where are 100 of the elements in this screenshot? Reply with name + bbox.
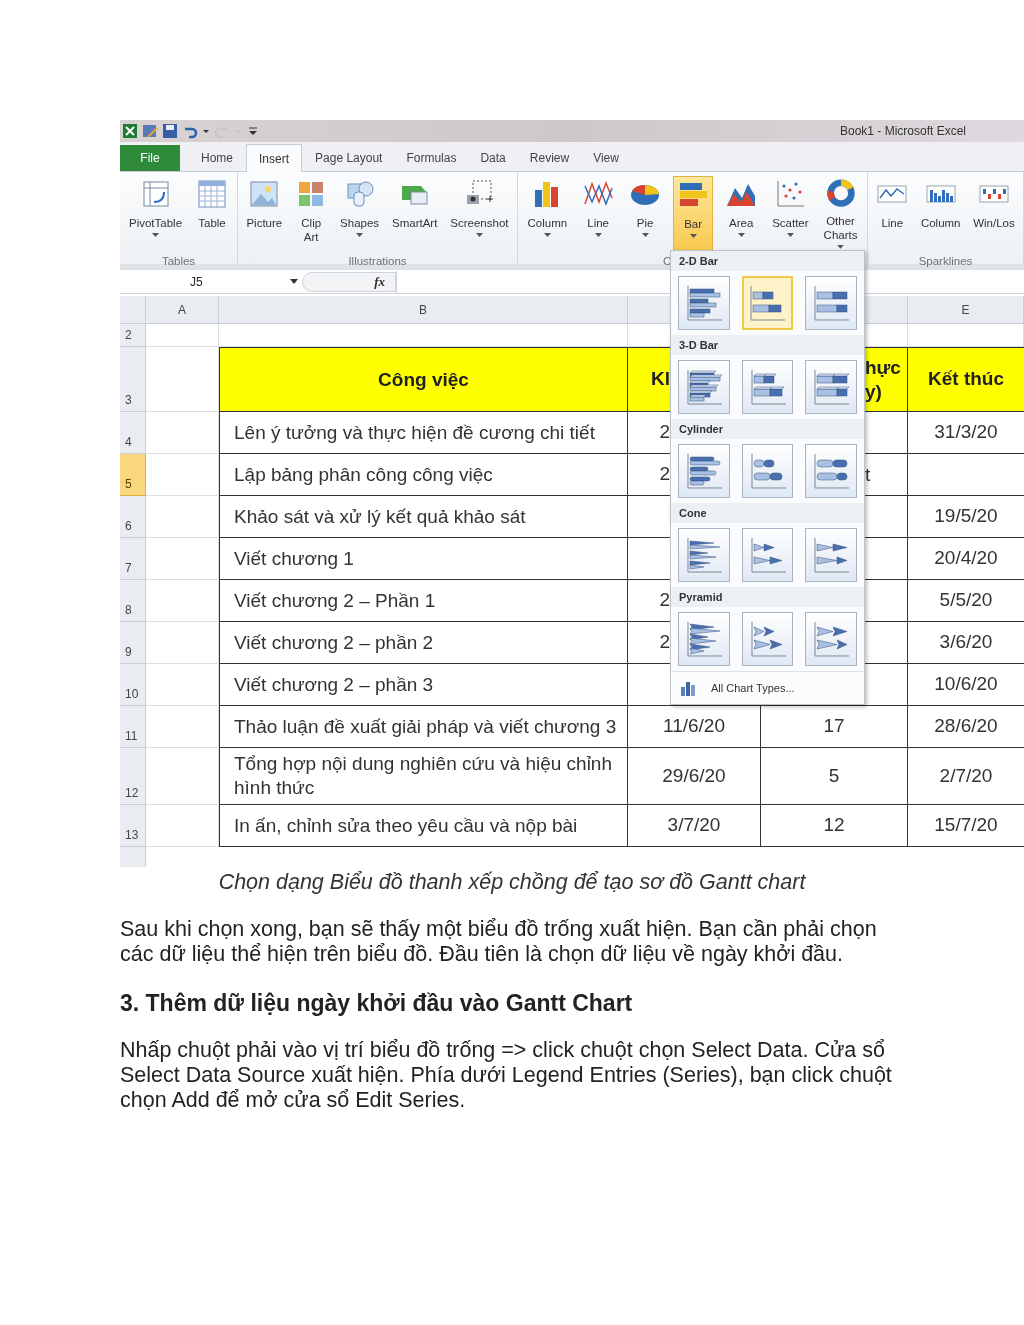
column-chart-icon (679, 679, 697, 697)
chart-type-option[interactable] (805, 612, 857, 666)
table-cell: 15/7/20 (908, 805, 1024, 847)
ribbon-tab[interactable]: View (582, 145, 630, 171)
chart-type-option[interactable] (805, 360, 857, 414)
row-header[interactable]: 2 (120, 324, 146, 347)
chart-type-option[interactable] (678, 276, 730, 330)
table-cell: Viết chương 2 – phần 2 (219, 622, 628, 664)
ribbon-button[interactable]: Other Charts (820, 176, 861, 252)
ribbon-tab[interactable]: Formulas (395, 145, 468, 171)
chart-type-option[interactable] (741, 528, 794, 582)
row-header[interactable]: 10 (120, 664, 146, 706)
caret-icon (290, 279, 298, 284)
ribbon-button[interactable]: Bar (673, 176, 714, 252)
chart-type-option[interactable] (678, 444, 730, 498)
table-cell: 10/6/20 (908, 664, 1024, 706)
ribbon-button[interactable]: Win/Los (970, 176, 1018, 252)
column-header[interactable]: B (419, 300, 427, 319)
chart-type-option[interactable] (805, 276, 857, 330)
ribbon-button[interactable]: Table (193, 176, 231, 252)
chart-type-option[interactable] (678, 528, 730, 582)
row-header[interactable]: 5 (120, 454, 146, 496)
row-header[interactable]: 8 (120, 580, 146, 622)
ribbon-button[interactable]: Column (524, 176, 571, 252)
row-header[interactable]: 9 (120, 622, 146, 664)
ribbon-tab[interactable]: Insert (246, 144, 303, 172)
ribbon-tab[interactable]: Data (469, 145, 517, 171)
section-heading: Pyramid (679, 589, 723, 605)
chart-type-option[interactable] (741, 612, 794, 666)
box-bar-chart-icon (811, 367, 852, 407)
ribbon-button[interactable]: Shapes (337, 176, 383, 252)
row-header[interactable]: 12 (120, 748, 146, 805)
header-cell: Công việc (219, 347, 628, 412)
image-caption: Chọn dạng Biểu đồ thanh xếp chồng để tạo sơ đồ Gantt chart (217, 869, 807, 895)
table-cell: 29/6/20 (628, 748, 761, 805)
table-cell: Viết chương 1 (219, 538, 628, 580)
window-title: Book1 - Microsoft Excel (839, 123, 966, 140)
table-cell: 5 (761, 748, 908, 805)
row-header[interactable]: 6 (120, 496, 146, 538)
all-chart-types-item[interactable]: All Chart Types... (671, 671, 864, 704)
ribbon-button[interactable]: Line (579, 176, 618, 252)
paragraph: Sau khi chọn xong, bạn sẽ thấy một biểu đồ trống xuất hiện. Bạn cần phải chọn các dữ liệu thể hiện trên biểu đồ. Đầu tiên là chọn dữ liệu về ngày khởi đầu. (120, 917, 878, 967)
table-cell: 31/3/20 (908, 412, 1024, 454)
table-cell: Khảo sát và xử lý kết quả khảo sát (219, 496, 628, 538)
table-cell: Tổng hợp nội dung nghiên cứu và hiệu chỉnh hình thức (219, 748, 628, 805)
row-header[interactable]: 13 (120, 805, 146, 847)
save-icon[interactable] (162, 123, 178, 139)
section-heading: 3. Thêm dữ liệu ngày khởi đầu vào Gantt Chart (120, 989, 634, 1017)
table-cell: 2/7/20 (908, 748, 1024, 805)
table-cell: 11/6/20 (628, 706, 761, 748)
chart-type-option[interactable] (741, 276, 794, 330)
table-cell: Viết chương 2 – phần 3 (219, 664, 628, 706)
table-cell: 28/6/20 (908, 706, 1024, 748)
table-cell: Lên ý tưởng và thực hiện đề cương chi tiết (219, 412, 628, 454)
table-cell: In ấn, chỉnh sửa theo yêu cầu và nộp bài (219, 805, 628, 847)
ribbon-button[interactable]: PivotTable (126, 176, 186, 252)
insert-function-button[interactable]: fx (302, 271, 396, 292)
group-label: Sparklines (918, 254, 973, 269)
ribbon-tab[interactable]: Page Layout (304, 145, 394, 171)
ribbon-button[interactable]: Clip Art (292, 176, 331, 252)
table-cell: 3/7/20 (628, 805, 761, 847)
ribbon-button[interactable]: SmartArt (389, 176, 441, 252)
row-header[interactable]: 3 (120, 347, 146, 412)
table-cell: 5/5/20 (908, 580, 1024, 622)
scatter-chart-icon (774, 178, 807, 210)
table-cell: 12 (761, 805, 908, 847)
ribbon-button[interactable]: Pie (626, 176, 665, 252)
column-header[interactable]: E (961, 300, 970, 319)
chart-type-option[interactable] (741, 360, 794, 414)
table-cell: Thảo luận đề xuất giải pháp và viết chương 3 (219, 706, 628, 748)
chart-type-option[interactable] (805, 444, 857, 498)
ribbon-tab[interactable]: Home (190, 145, 244, 171)
group-label: Illustrations (348, 254, 407, 269)
header-cell: Kết thúc (908, 347, 1024, 412)
file-tab[interactable]: File (120, 145, 180, 171)
chart-type-option[interactable] (805, 528, 857, 582)
spreadsheet-logo-icon[interactable] (122, 123, 138, 139)
chart-type-option[interactable] (741, 444, 794, 498)
chart-type-option[interactable] (678, 612, 730, 666)
row-header[interactable]: 11 (120, 706, 146, 748)
grid-icon (196, 178, 228, 210)
section-heading: Cylinder (679, 421, 723, 437)
row-header[interactable]: 4 (120, 412, 146, 454)
paragraph: Nhấp chuột phải vào vị trí biểu đồ trống => click chuột chọn Select Data. Cửa sổ Select Data Source xuất hiện. Phía dưới Legend Entries (Series), bạn click chuột chọn Add để mở cửa sổ Edit Series. (120, 1038, 893, 1113)
column-header[interactable]: A (178, 300, 186, 319)
row-header[interactable]: 7 (120, 538, 146, 580)
chart-type-option[interactable] (678, 360, 730, 414)
ribbon-button[interactable]: Picture (243, 176, 286, 252)
table-cell: Lập bảng phân công công việc (219, 454, 628, 496)
save-as-icon[interactable] (142, 123, 158, 139)
ribbon-tab[interactable]: Review (518, 145, 581, 171)
ribbon-button[interactable]: Column (917, 176, 964, 252)
ribbon-button[interactable]: Screenshot (447, 176, 512, 252)
cylinder-bar-chart-icon (811, 451, 852, 491)
table-cell: 3/6/20 (908, 622, 1024, 664)
ribbon-button[interactable]: Line (873, 176, 912, 252)
name-box[interactable]: J5 (120, 270, 300, 293)
pyramid-bar-chart-icon (811, 619, 852, 659)
table-cell: 20/4/20 (908, 538, 1024, 580)
table-cell: 17 (761, 706, 908, 748)
